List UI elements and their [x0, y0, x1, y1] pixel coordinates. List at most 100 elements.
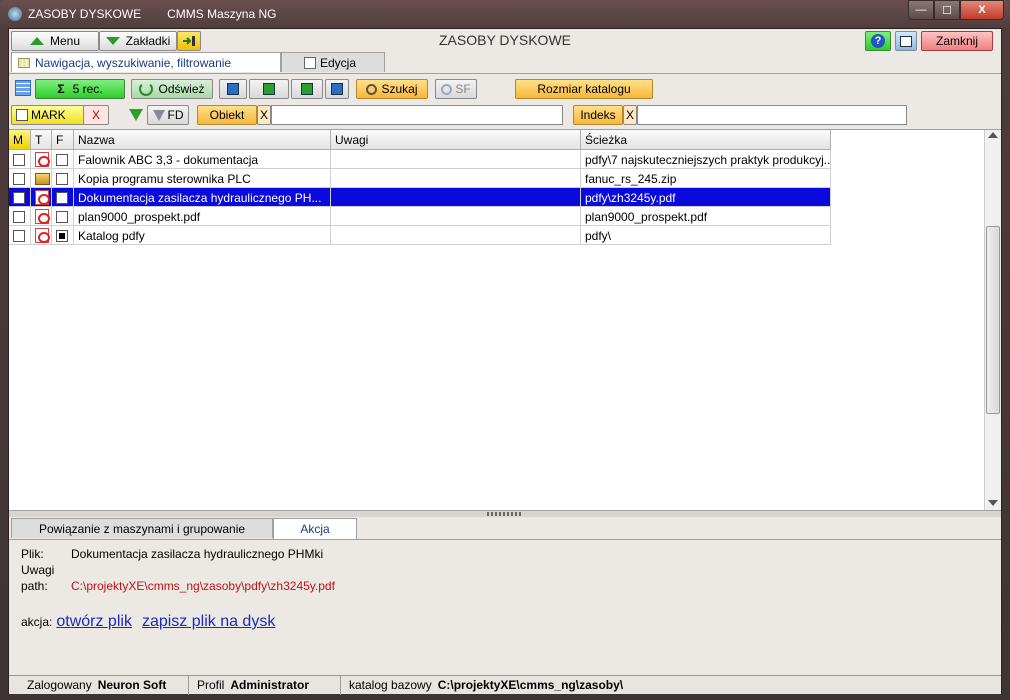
bookmarks-button[interactable]: Zakładki [99, 31, 177, 51]
notes-cell[interactable] [331, 150, 581, 169]
mark-checkbox[interactable] [13, 210, 25, 223]
tab-action[interactable]: Akcja [273, 518, 357, 539]
status-catalog: katalog bazowy C:\projektyXE\cmms_ng\zaso… [341, 676, 631, 695]
mark-filter[interactable]: MARK [11, 105, 85, 125]
column-header-name[interactable]: Nazwa [74, 130, 331, 150]
search-icon [366, 83, 378, 95]
column-header-m[interactable]: M [9, 130, 31, 150]
path-cell[interactable]: pdfy\zh3245y.pdf [581, 188, 831, 207]
folder-cell[interactable] [52, 188, 74, 207]
sf-button[interactable]: SF [435, 79, 477, 99]
name-cell[interactable]: Katalog pdfy [74, 226, 331, 245]
folder-cell[interactable] [52, 150, 74, 169]
mark-cell[interactable] [9, 188, 31, 207]
scroll-thumb[interactable] [986, 226, 1000, 414]
mark-cell[interactable] [9, 169, 31, 188]
mark-checkbox[interactable] [16, 109, 28, 121]
catalog-size-label: Rozmiar katalogu [537, 82, 631, 96]
tab-edit[interactable]: Edycja [281, 52, 385, 72]
mark-cell[interactable] [9, 150, 31, 169]
file-value: Dokumentacja zasilacza hydraulicznego PH… [71, 547, 324, 561]
column-header-t[interactable]: T [31, 130, 52, 150]
mark-checkbox[interactable] [13, 172, 25, 185]
table-row[interactable]: Kopia programu sterownika PLC fanuc_rs_24… [9, 169, 831, 188]
object-filter-button[interactable]: Obiekt [197, 105, 257, 125]
next-icon [301, 83, 313, 95]
mark-checkbox[interactable] [13, 229, 25, 242]
catalog-label: katalog bazowy [349, 678, 432, 692]
expand-button[interactable] [177, 31, 201, 51]
column-header-path[interactable]: Ścieżka [581, 130, 831, 150]
last-record-button[interactable] [325, 79, 349, 99]
path-cell[interactable]: fanuc_rs_245.zip [581, 169, 831, 188]
notes-cell[interactable] [331, 226, 581, 245]
type-cell [31, 169, 52, 188]
tab-machine-links[interactable]: Powiązanie z maszynami i grupowanie [11, 518, 273, 538]
object-clear-button[interactable]: X [257, 105, 271, 125]
path-cell[interactable]: plan9000_prospekt.pdf [581, 207, 831, 226]
object-label: Obiekt [209, 108, 245, 122]
folder-cell[interactable] [52, 207, 74, 226]
scroll-down-icon[interactable] [988, 500, 998, 506]
save-file-link[interactable]: zapisz plik na dysk [142, 613, 275, 631]
path-cell[interactable]: pdfy\7 najskuteczniejszych praktyk produ… [581, 150, 831, 169]
window-close-button[interactable]: X [960, 0, 1004, 20]
mark-cell[interactable] [9, 207, 31, 226]
help-button[interactable]: ? [865, 31, 891, 51]
folder-checkbox[interactable] [56, 172, 68, 185]
catalog-size-button[interactable]: Rozmiar katalogu [515, 79, 653, 99]
name-cell[interactable]: Falownik ABC 3,3 - dokumentacja [74, 150, 331, 169]
table-row[interactable]: plan9000_prospekt.pdf plan9000_prospekt.p… [9, 207, 831, 226]
prev-record-button[interactable] [249, 79, 289, 99]
window-toggle-button[interactable] [895, 31, 917, 51]
mark-checkbox[interactable] [13, 191, 25, 204]
archive-icon [35, 172, 50, 185]
column-header-notes[interactable]: Uwagi [331, 130, 581, 150]
search-button[interactable]: Szukaj [356, 79, 428, 99]
filter-icon[interactable] [129, 109, 143, 121]
mark-checkbox[interactable] [13, 153, 25, 166]
maximize-button[interactable]: ☐ [934, 0, 960, 20]
close-button[interactable]: Zamknij [921, 31, 993, 51]
index-input[interactable] [637, 105, 907, 125]
notes-cell[interactable] [331, 169, 581, 188]
scroll-up-icon[interactable] [988, 132, 998, 138]
path-suffix: pdfy\zh3245y.pdf [244, 579, 335, 593]
open-file-link[interactable]: otwórz plik [56, 613, 132, 631]
refresh-button[interactable]: Odśwież [131, 79, 213, 99]
detail-panel: Plik: Dokumentacja zasilacza hydrauliczne… [9, 539, 1001, 674]
table-row[interactable]: Katalog pdfy pdfy\ [9, 226, 831, 245]
tab-navigation[interactable]: Nawigacja, wyszukiwanie, filtrowanie [11, 52, 281, 72]
name-cell[interactable]: Dokumentacja zasilacza hydraulicznego PH… [74, 188, 331, 207]
name-cell[interactable]: plan9000_prospekt.pdf [74, 207, 331, 226]
name-cell[interactable]: Kopia programu sterownika PLC [74, 169, 331, 188]
mark-cell[interactable] [9, 226, 31, 245]
splitter-grip-icon[interactable] [487, 512, 523, 516]
folder-checkbox[interactable] [56, 153, 68, 166]
notes-cell[interactable] [331, 188, 581, 207]
object-input[interactable] [271, 105, 563, 125]
refresh-label: Odśwież [158, 82, 205, 96]
vertical-scrollbar[interactable] [984, 130, 1001, 510]
folder-cell[interactable] [52, 169, 74, 188]
next-record-button[interactable] [291, 79, 323, 99]
table-row[interactable]: Falownik ABC 3,3 - dokumentacja pdfy\7 na… [9, 150, 831, 169]
folder-checkbox[interactable] [56, 229, 68, 242]
column-header-f[interactable]: F [52, 130, 74, 150]
notes-cell[interactable] [331, 207, 581, 226]
folder-checkbox[interactable] [56, 210, 68, 223]
index-clear-button[interactable]: X [623, 105, 637, 125]
first-record-button[interactable] [219, 79, 247, 99]
index-filter-button[interactable]: Indeks [573, 105, 623, 125]
minimize-button[interactable]: — [908, 0, 934, 20]
fd-filter-button[interactable]: FD [147, 105, 189, 125]
status-bar: Zalogowany Neuron Soft Profil Administrato… [9, 675, 1001, 695]
window-icon [900, 35, 912, 47]
folder-checkbox[interactable] [56, 191, 68, 204]
action-label: akcja: [21, 615, 53, 629]
folder-cell[interactable] [52, 226, 74, 245]
mark-clear-button[interactable]: X [83, 105, 109, 125]
table-row[interactable]: Dokumentacja zasilacza hydraulicznego PH… [9, 188, 831, 207]
menu-button[interactable]: Menu [11, 31, 99, 51]
path-cell[interactable]: pdfy\ [581, 226, 831, 245]
